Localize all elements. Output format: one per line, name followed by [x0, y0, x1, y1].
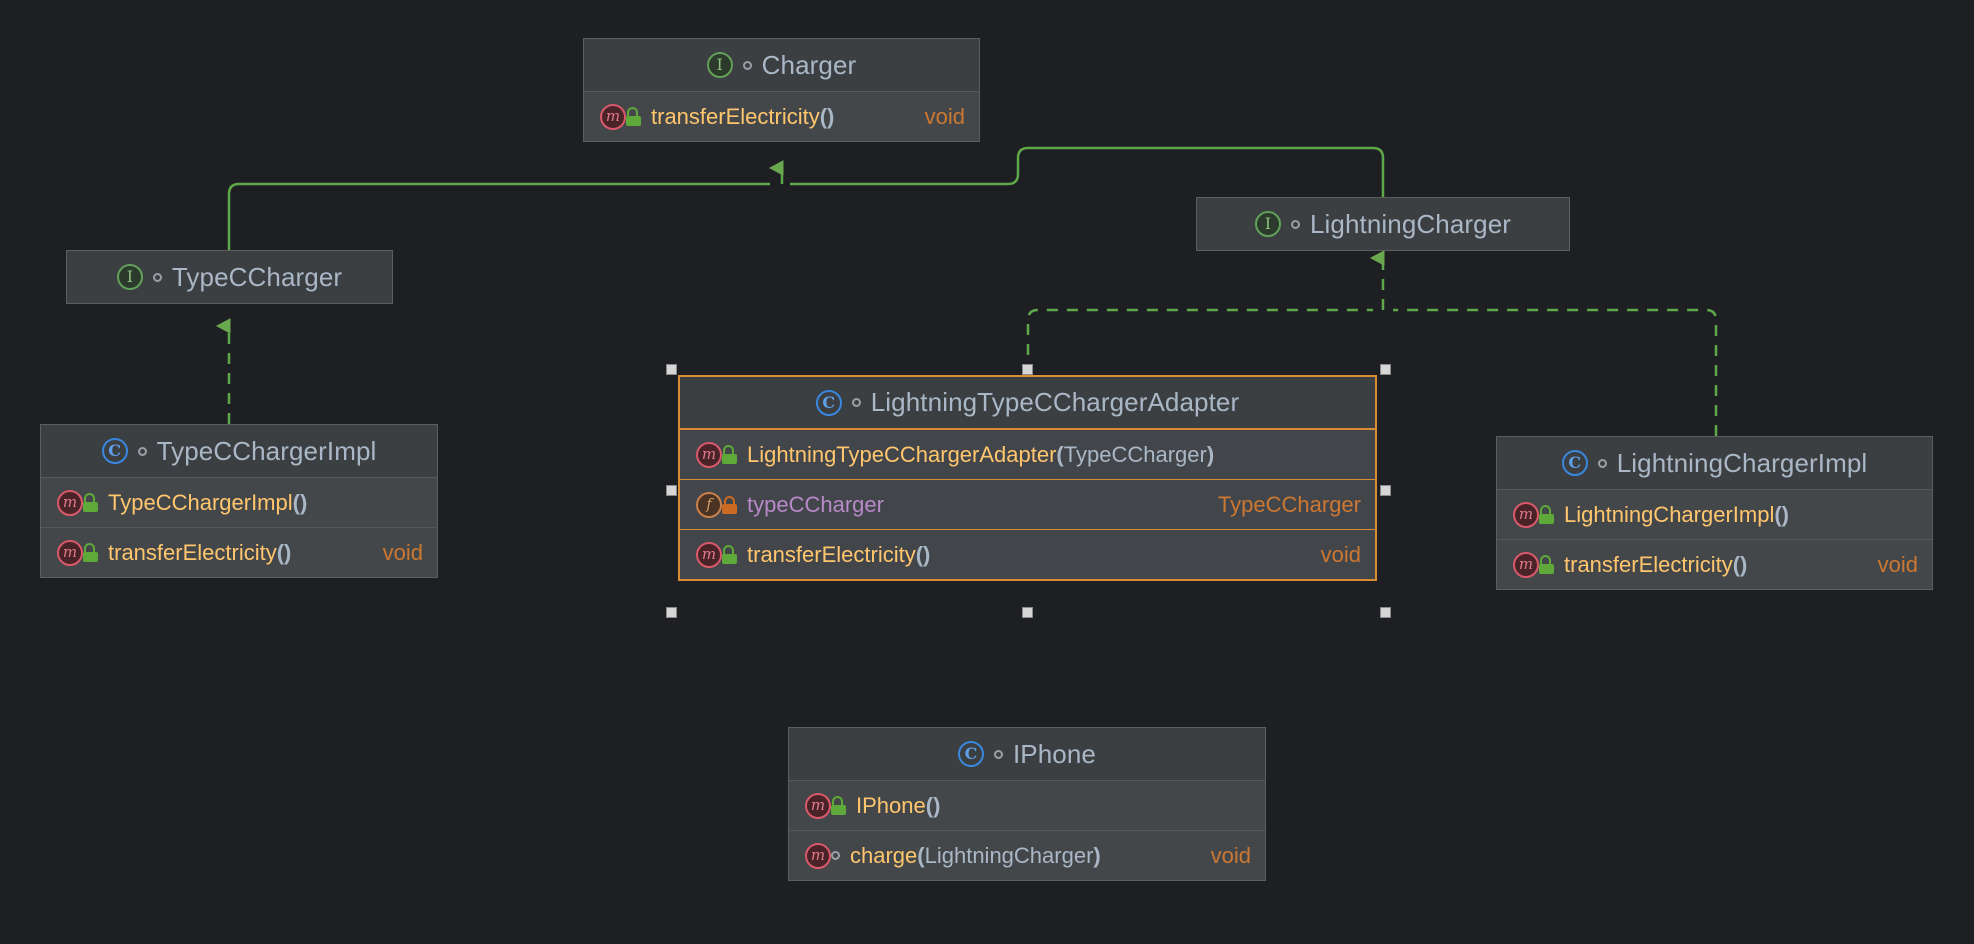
member-type: TypeCCharger — [1217, 491, 1361, 517]
member-label: transferElectricity() — [651, 103, 835, 129]
interface-icon: I — [1254, 211, 1281, 237]
class-icon: C — [815, 389, 842, 416]
unlocked-padlock-icon — [1539, 504, 1554, 524]
selection-handle[interactable] — [1380, 485, 1391, 496]
unlocked-padlock-icon — [83, 542, 98, 562]
uml-node-typeccharger[interactable]: I TypeCCharger — [66, 250, 393, 304]
node-title: LightningCharger — [1309, 208, 1512, 239]
uml-node-lightningcharger[interactable]: I LightningCharger — [1196, 197, 1570, 251]
node-title: Charger — [761, 49, 857, 80]
visibility-dot-icon — [742, 60, 752, 70]
selection-handle[interactable] — [1022, 607, 1033, 618]
member-row[interactable]: m transferElectricity() void — [584, 91, 979, 141]
member-label: LightningTypeCChargerAdapter(TypeCCharge… — [747, 441, 1215, 467]
unlocked-padlock-icon — [83, 492, 98, 512]
node-header-iphone[interactable]: C IPhone — [789, 728, 1265, 780]
selection-handle[interactable] — [666, 485, 677, 496]
member-row[interactable]: m charge(LightningCharger) void — [789, 830, 1265, 880]
method-icon: m — [57, 489, 83, 516]
class-icon: C — [1561, 450, 1588, 476]
unlocked-padlock-icon — [831, 795, 846, 815]
visibility-dot-icon — [137, 446, 147, 456]
method-icon: m — [1513, 501, 1539, 528]
method-icon: m — [696, 441, 722, 468]
node-title: TypeCChargerImpl — [156, 435, 377, 466]
method-icon: m — [600, 103, 626, 130]
unlocked-padlock-icon — [722, 544, 737, 564]
selection-handle[interactable] — [666, 607, 677, 618]
diagram-canvas[interactable]: I Charger m transferElectricity() void I TypeC… — [0, 0, 1974, 944]
node-header-charger[interactable]: I Charger — [584, 39, 979, 91]
member-type: void — [1877, 551, 1918, 577]
interface-icon: I — [116, 264, 143, 290]
edge-lightningchargerimpl-to-lightningcharger — [1393, 308, 1718, 436]
uml-node-charger[interactable]: I Charger m transferElectricity() void — [583, 38, 980, 142]
package-circle-icon — [831, 851, 840, 860]
visibility-dot-icon — [152, 272, 162, 282]
member-row[interactable]: f typeCCharger TypeCCharger — [680, 479, 1375, 529]
edge-adapter-to-lightningcharger — [1026, 308, 1373, 375]
selection-handle[interactable] — [1380, 364, 1391, 375]
node-header-lightningchargerimpl[interactable]: C LightningChargerImpl — [1497, 437, 1932, 489]
uml-node-lightningchargerimpl[interactable]: C LightningChargerImpl m LightningChargerIm… — [1496, 436, 1933, 590]
member-label: TypeCChargerImpl() — [108, 489, 308, 515]
member-type: void — [382, 539, 423, 565]
member-type: void — [1320, 541, 1361, 567]
visibility-dot-icon — [851, 398, 861, 407]
selection-handle[interactable] — [666, 364, 677, 375]
node-header-typeccharger[interactable]: I TypeCCharger — [67, 251, 392, 303]
member-label: transferElectricity() — [108, 539, 292, 565]
member-type: void — [1210, 842, 1251, 868]
class-icon: C — [101, 438, 128, 464]
method-icon: m — [1513, 551, 1539, 578]
class-icon: C — [957, 741, 984, 767]
selection-handle[interactable] — [1022, 364, 1033, 375]
member-label: transferElectricity() — [1564, 551, 1748, 577]
edge-typeccharger-to-charger — [227, 182, 770, 250]
edge-lightningcharger-to-charger — [790, 146, 1385, 197]
unlocked-padlock-icon — [722, 444, 737, 464]
visibility-dot-icon — [1597, 458, 1607, 468]
member-label: IPhone() — [856, 792, 941, 818]
uml-node-typecchargerimpl[interactable]: C TypeCChargerImpl m TypeCChargerImpl() m tra… — [40, 424, 438, 578]
member-label: transferElectricity() — [747, 541, 931, 567]
uml-node-adapter[interactable]: C LightningTypeCChargerAdapter m LightningT… — [678, 375, 1377, 581]
uml-node-iphone[interactable]: C IPhone m IPhone() m charge(LightningCharger… — [788, 727, 1266, 881]
method-icon: m — [57, 539, 83, 566]
member-row[interactable]: m transferElectricity() void — [41, 527, 437, 577]
member-row[interactable]: m transferElectricity() void — [1497, 539, 1932, 589]
unlocked-padlock-icon — [626, 106, 641, 126]
locked-padlock-icon — [722, 495, 737, 514]
member-label: LightningChargerImpl() — [1564, 501, 1789, 527]
method-icon: m — [805, 842, 831, 869]
method-icon: m — [696, 541, 722, 568]
member-row[interactable]: m LightningTypeCChargerAdapter(TypeCCharg… — [680, 429, 1375, 479]
visibility-dot-icon — [993, 749, 1003, 759]
node-header-lightningcharger[interactable]: I LightningCharger — [1197, 198, 1569, 250]
node-header-typecchargerimpl[interactable]: C TypeCChargerImpl — [41, 425, 437, 477]
node-title: LightningTypeCChargerAdapter — [870, 387, 1240, 417]
member-row[interactable]: m TypeCChargerImpl() — [41, 477, 437, 527]
node-title: LightningChargerImpl — [1616, 447, 1868, 478]
member-row[interactable]: m LightningChargerImpl() — [1497, 489, 1932, 539]
method-icon: m — [805, 792, 831, 819]
interface-icon: I — [706, 52, 733, 78]
node-title: IPhone — [1012, 738, 1096, 769]
node-title: TypeCCharger — [171, 261, 343, 292]
selection-handle[interactable] — [1380, 607, 1391, 618]
node-header-adapter[interactable]: C LightningTypeCChargerAdapter — [680, 377, 1375, 429]
unlocked-padlock-icon — [1539, 554, 1554, 574]
member-row[interactable]: m IPhone() — [789, 780, 1265, 830]
field-icon: f — [696, 491, 722, 518]
member-label: typeCCharger — [747, 491, 884, 517]
member-label: charge(LightningCharger) — [850, 842, 1101, 868]
member-row[interactable]: m transferElectricity() void — [680, 529, 1375, 579]
member-type: void — [924, 103, 965, 129]
visibility-dot-icon — [1290, 219, 1300, 229]
